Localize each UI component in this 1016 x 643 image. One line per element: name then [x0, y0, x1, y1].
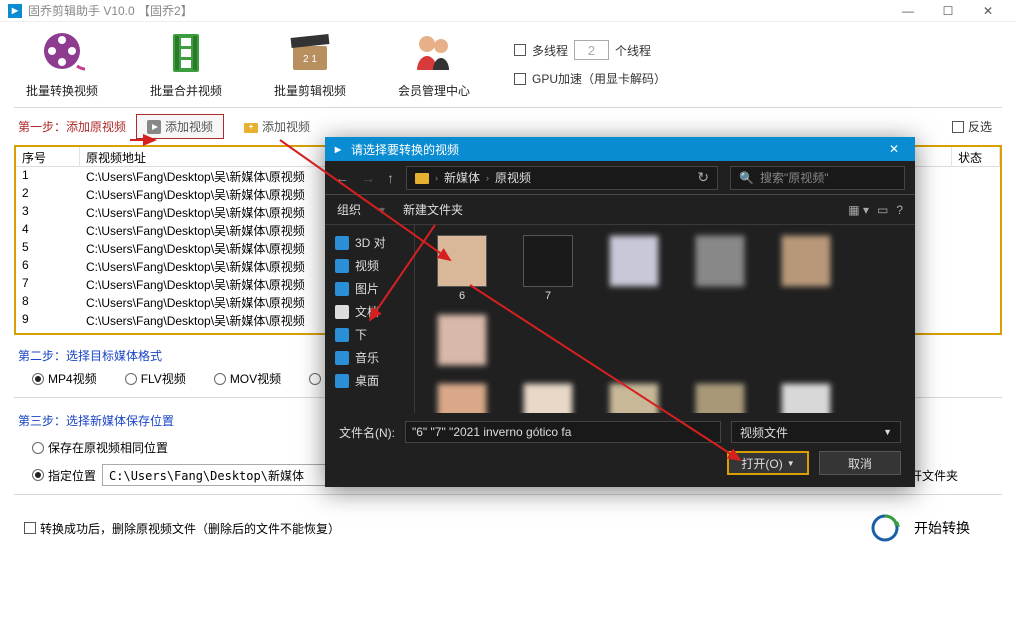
sidebar-item[interactable]: 音乐 [325, 346, 414, 369]
minimize-button[interactable]: — [888, 0, 928, 22]
sidebar-item[interactable]: 桌面 [325, 369, 414, 392]
multithread-label: 多线程 [532, 42, 568, 59]
video-file-icon [147, 120, 161, 134]
window-titlebar: ▶ 固乔剪辑助手 V10.0 【固乔2】 — ☐ ✕ [0, 0, 1016, 22]
format-flv[interactable]: FLV视频 [125, 370, 186, 387]
nav-forward-button[interactable]: → [361, 170, 375, 186]
file-item[interactable] [681, 383, 759, 413]
save-same-location[interactable]: 保存在原视频相同位置 [32, 439, 168, 456]
thread-suffix: 个线程 [615, 42, 651, 59]
radio-icon [32, 442, 44, 454]
tool-batch-convert[interactable]: 批量转换视频 [18, 28, 106, 99]
tool-label: 批量合并视频 [150, 82, 222, 99]
dialog-title: 请选择要转换的视频 [351, 141, 459, 158]
file-item[interactable]: 7 [509, 235, 587, 302]
open-button[interactable]: 打开(O)▼ [727, 451, 809, 475]
delete-after-checkbox[interactable] [24, 522, 36, 534]
col-state[interactable]: 状态 [952, 147, 1000, 166]
close-button[interactable]: ✕ [968, 0, 1008, 22]
radio-icon [32, 469, 44, 481]
film-reel-icon [37, 28, 87, 78]
folder-icon [415, 171, 429, 185]
file-item[interactable] [595, 235, 673, 302]
format-mp4[interactable]: MP4视频 [32, 370, 97, 387]
file-item[interactable] [767, 383, 845, 413]
add-folder-label: 添加视频 [262, 118, 310, 135]
tool-batch-edit[interactable]: 2 1 批量剪辑视频 [266, 28, 354, 99]
search-input[interactable]: 🔍 搜索"原视频" [730, 166, 905, 190]
window-title: 固乔剪辑助手 V10.0 【固乔2】 [28, 2, 193, 19]
search-icon: 🔍 [739, 171, 754, 185]
app-icon: ▶ [8, 4, 22, 18]
tool-label: 批量剪辑视频 [274, 82, 346, 99]
file-item[interactable] [423, 314, 501, 369]
tool-member-center[interactable]: 会员管理中心 [390, 28, 478, 99]
chevron-down-icon: ▼ [883, 427, 892, 437]
folder-plus-icon [244, 120, 258, 134]
people-icon [409, 28, 459, 78]
file-open-dialog: ▶ 请选择要转换的视频 ✕ ← → ↑ › 新媒体 › 原视频 ↻ 🔍 搜索"原… [325, 137, 915, 487]
col-index[interactable]: 序号 [16, 147, 80, 166]
add-folder-button[interactable]: 添加视频 [234, 115, 320, 138]
save-custom-location[interactable]: 指定位置 [32, 467, 96, 484]
clapper-icon: 2 1 [285, 28, 335, 78]
film-strip-icon [161, 28, 211, 78]
file-item[interactable] [681, 235, 759, 302]
breadcrumb[interactable]: › 新媒体 › 原视频 ↻ [406, 166, 718, 190]
sidebar-item[interactable]: 视频 [325, 254, 414, 277]
invert-select-checkbox[interactable] [952, 121, 964, 133]
file-item[interactable] [423, 383, 501, 413]
file-item[interactable]: 6 [423, 235, 501, 302]
dialog-sidebar: 3D 对视频图片文档下音乐桌面 [325, 225, 415, 413]
refresh-icon[interactable]: ↻ [697, 169, 709, 186]
sidebar-item[interactable]: 下 [325, 323, 414, 346]
format-mov[interactable]: MOV视频 [214, 370, 281, 387]
invert-select-label: 反选 [968, 118, 992, 135]
delete-after-label: 转换成功后，删除原视频文件（删除后的文件不能恢复） [40, 520, 340, 537]
radio-icon [32, 373, 44, 385]
filename-input[interactable] [405, 421, 721, 443]
file-item[interactable] [595, 383, 673, 413]
file-filter-select[interactable]: 视频文件 ▼ [731, 421, 901, 443]
thread-count-input[interactable] [574, 40, 609, 60]
tool-label: 批量转换视频 [26, 82, 98, 99]
help-button[interactable]: ? [896, 203, 903, 217]
radio-icon [214, 373, 226, 385]
view-options-button[interactable]: ▦ ▾ [848, 203, 869, 217]
add-video-label: 添加视频 [165, 118, 213, 135]
add-video-button[interactable]: 添加视频 [136, 114, 224, 139]
new-folder-button[interactable]: 新建文件夹 [403, 201, 463, 218]
main-toolbar: 批量转换视频 批量合并视频 2 1 批量剪辑视频 会员管理中心 多线程 个线程 … [0, 22, 1016, 103]
nav-back-button[interactable]: ← [335, 170, 349, 186]
tool-label: 会员管理中心 [398, 82, 470, 99]
preview-pane-button[interactable]: ▭ [877, 203, 888, 217]
start-convert-button[interactable]: 开始转换 [914, 518, 970, 538]
sidebar-item[interactable]: 图片 [325, 277, 414, 300]
file-item[interactable] [509, 383, 587, 413]
filename-label: 文件名(N): [339, 424, 395, 441]
radio-icon [309, 373, 321, 385]
organize-menu[interactable]: 组织 [337, 201, 361, 218]
cancel-button[interactable]: 取消 [819, 451, 901, 475]
maximize-button[interactable]: ☐ [928, 0, 968, 22]
step1-label: 第一步：添加原视频 [18, 118, 126, 135]
gpu-checkbox[interactable] [514, 73, 526, 85]
file-item[interactable] [767, 235, 845, 302]
sidebar-item[interactable]: 3D 对 [325, 231, 414, 254]
radio-icon [125, 373, 137, 385]
svg-text:2 1: 2 1 [303, 54, 317, 65]
sidebar-item[interactable]: 文档 [325, 300, 414, 323]
nav-up-button[interactable]: ↑ [387, 170, 394, 186]
multithread-checkbox[interactable] [514, 44, 526, 56]
convert-icon [870, 513, 900, 543]
dialog-close-button[interactable]: ✕ [879, 142, 909, 156]
tool-batch-merge[interactable]: 批量合并视频 [142, 28, 230, 99]
app-icon: ▶ [331, 142, 345, 156]
gpu-label: GPU加速（用显卡解码） [532, 70, 666, 87]
file-list[interactable]: 67 [415, 225, 915, 413]
